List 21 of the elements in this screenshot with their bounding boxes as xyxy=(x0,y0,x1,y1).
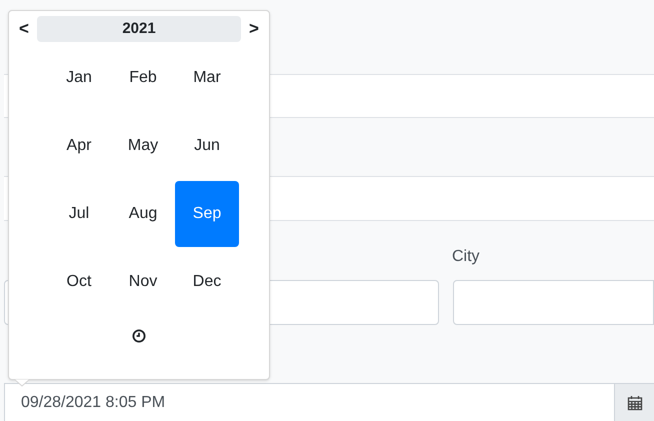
city-field[interactable] xyxy=(453,280,654,325)
month-cell[interactable]: Oct xyxy=(47,249,111,315)
month-cell[interactable]: Mar xyxy=(175,45,239,111)
city-label: City xyxy=(452,247,480,267)
calendar-button[interactable] xyxy=(615,383,654,421)
year-button[interactable]: 2021 xyxy=(37,16,241,42)
month-cell[interactable]: Jul xyxy=(47,181,111,247)
month-cell[interactable]: Dec xyxy=(175,249,239,315)
clock-icon[interactable] xyxy=(132,329,146,343)
month-cell[interactable]: Aug xyxy=(111,181,175,247)
month-cell[interactable]: Jan xyxy=(47,45,111,111)
month-cell[interactable]: Apr xyxy=(47,113,111,179)
next-year-button[interactable]: > xyxy=(243,16,265,42)
month-cell[interactable]: Sep xyxy=(175,181,239,247)
month-cell[interactable]: Nov xyxy=(111,249,175,315)
date-field[interactable]: 09/28/2021 8:05 PM xyxy=(4,383,615,421)
month-cell[interactable]: Feb xyxy=(111,45,175,111)
previous-year-button[interactable]: < xyxy=(13,16,35,42)
month-cell[interactable]: Jun xyxy=(175,113,239,179)
month-cell[interactable]: May xyxy=(111,113,175,179)
calendar-icon xyxy=(626,395,642,411)
